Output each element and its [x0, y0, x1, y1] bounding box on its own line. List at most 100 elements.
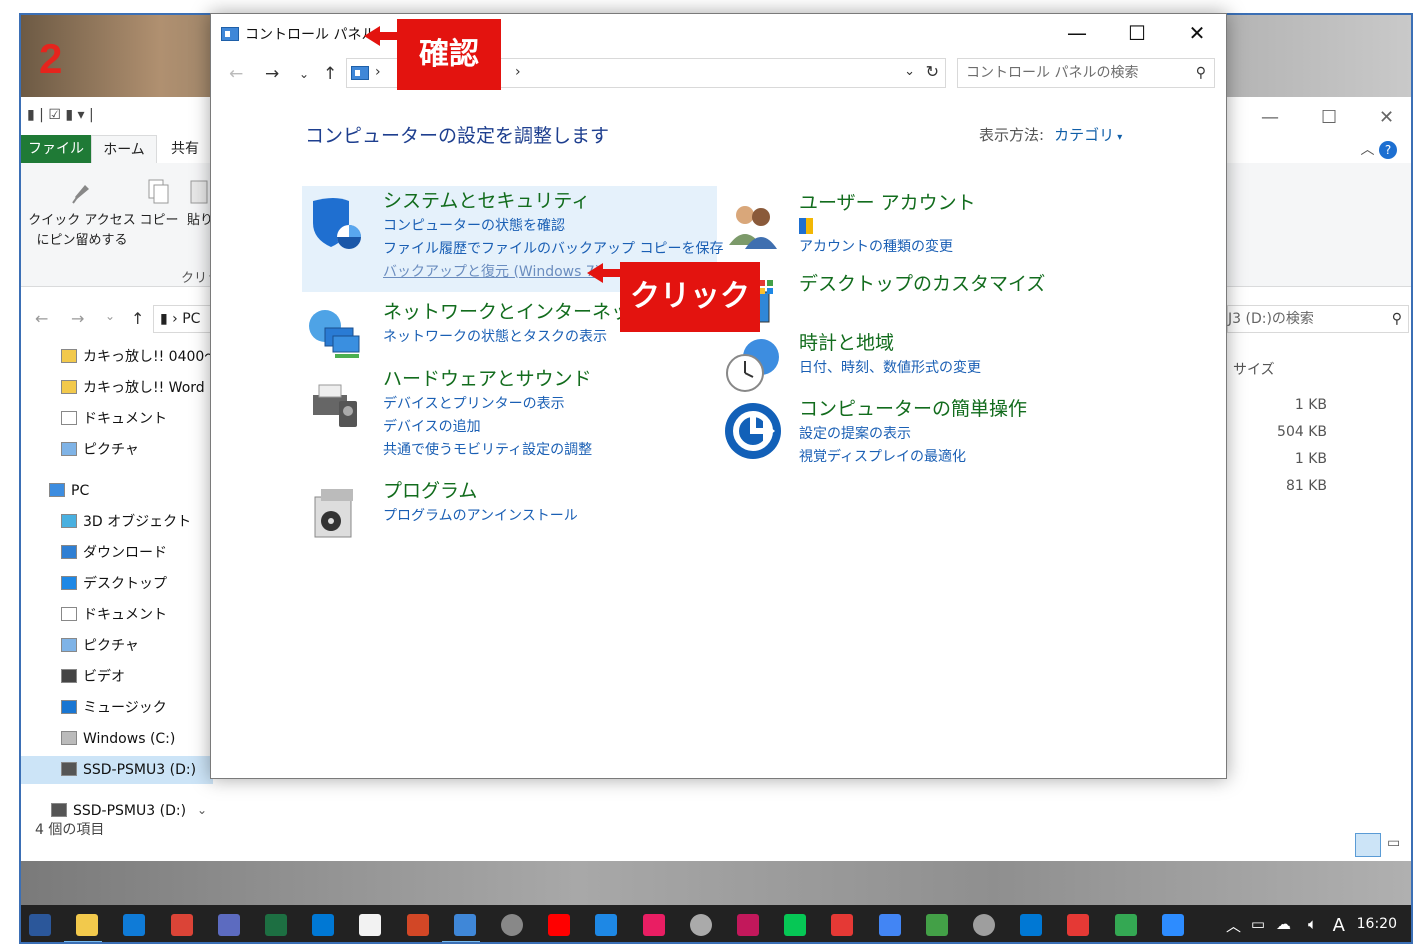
inbox-icon[interactable]	[973, 914, 995, 936]
control-panel-icon[interactable]	[453, 914, 476, 936]
category-title[interactable]: システムとセキュリティ	[383, 187, 723, 215]
chrome-icon[interactable]	[170, 914, 193, 936]
tab-share[interactable]: 共有	[171, 135, 199, 163]
back-icon[interactable]: ←	[229, 64, 243, 84]
onedrive-icon[interactable]: ☁	[1276, 915, 1291, 933]
ime-indicator[interactable]: A	[1333, 915, 1345, 936]
tree-item[interactable]: ビデオ	[21, 663, 213, 691]
breadcrumb-chevron-icon[interactable]: ›	[375, 64, 381, 80]
up-icon[interactable]: ↑	[131, 309, 144, 328]
google-icon[interactable]	[878, 914, 901, 936]
excel-icon[interactable]	[265, 914, 287, 936]
category-title[interactable]: ユーザー アカウント	[799, 189, 976, 217]
snipping-icon[interactable]	[737, 914, 759, 936]
clock[interactable]: 16:20	[1357, 916, 1397, 932]
tree-item[interactable]: カキっ放し!! Word フ	[21, 374, 223, 402]
youtube-icon[interactable]	[548, 914, 571, 936]
copy-button[interactable]: コピー	[139, 177, 179, 231]
outlook-icon[interactable]	[312, 914, 335, 936]
file-explorer-icon[interactable]	[76, 914, 99, 936]
tree-item[interactable]: ダウンロード	[21, 539, 213, 567]
printer-icon[interactable]	[305, 371, 365, 431]
tree-item[interactable]: 3D オブジェクト	[21, 508, 213, 536]
recent-locations-icon[interactable]: ⌄	[299, 67, 309, 81]
up-icon[interactable]: ↑	[323, 64, 337, 84]
scroll-down-icon[interactable]: ⌄	[193, 803, 211, 821]
people-icon[interactable]	[217, 914, 240, 936]
refresh-icon[interactable]: ↻	[926, 62, 939, 81]
ease-access-icon[interactable]	[723, 401, 783, 461]
minimize-button[interactable]: —	[1047, 14, 1107, 52]
tree-item[interactable]: ドキュメント	[21, 405, 213, 433]
programs-icon[interactable]	[305, 483, 365, 543]
tree-item[interactable]: SSD-PSMU3 (D:)	[21, 756, 213, 784]
battery-icon[interactable]: ▭	[1251, 915, 1265, 933]
forward-icon[interactable]: →	[265, 64, 279, 84]
address-dropdown-icon[interactable]: ⌄	[904, 64, 915, 79]
tray-expand-icon[interactable]: ︿	[1226, 915, 1241, 936]
category-link[interactable]: 共通で使うモビリティ設定の調整	[383, 439, 592, 462]
photos-icon[interactable]	[595, 914, 618, 936]
category-link[interactable]: ネットワークの状態とタスクの表示	[383, 326, 649, 349]
close-button[interactable]: ✕	[1167, 14, 1227, 52]
play-store-icon[interactable]	[1114, 914, 1137, 936]
maximize-button[interactable]: ☐	[1107, 14, 1167, 52]
tab-home[interactable]: ホーム	[91, 135, 157, 163]
pdf-png-icon[interactable]	[1067, 914, 1090, 936]
tab-file[interactable]: ファイル	[21, 135, 91, 163]
line-icon[interactable]	[784, 914, 807, 936]
category-link[interactable]: デバイスとプリンターの表示	[383, 393, 592, 416]
quick-access-toolbar[interactable]: ▮ | ☑ ▮ ▾ |	[27, 107, 94, 123]
explorer-address-bar[interactable]: ▮ › PC	[153, 305, 213, 333]
onedrive-app-icon[interactable]	[1020, 914, 1043, 936]
tree-item[interactable]: カキっ放し!! 0400～0	[21, 343, 227, 371]
forward-icon[interactable]: →	[71, 309, 84, 328]
amazon-icon[interactable]	[359, 914, 382, 936]
powerpoint-icon[interactable]	[406, 914, 429, 936]
category-link[interactable]: 視覚ディスプレイの最適化	[799, 446, 1027, 469]
category-link[interactable]: 設定の提案の表示	[799, 423, 1027, 446]
word-icon[interactable]	[29, 914, 51, 936]
back-icon[interactable]: ←	[35, 309, 48, 328]
paint3d-icon[interactable]	[689, 914, 712, 936]
search-icon: ⚲	[1195, 65, 1206, 81]
category-title[interactable]: プログラム	[383, 477, 578, 505]
category-title[interactable]: ネットワークとインターネット	[383, 298, 649, 326]
tree-item[interactable]: ミュージック	[21, 694, 213, 722]
details-view-icon[interactable]	[1355, 833, 1381, 857]
search-input[interactable]: コントロール パネルの検索 ⚲	[957, 58, 1215, 88]
zoom-icon[interactable]	[1161, 914, 1184, 936]
volume-icon[interactable]: 🔈︎	[1308, 915, 1317, 933]
large-icons-view-icon[interactable]: ▭	[1387, 835, 1409, 855]
tree-item[interactable]: デスクトップ	[21, 570, 213, 598]
network-icon[interactable]	[305, 304, 365, 364]
view-by-dropdown[interactable]: カテゴリ	[1054, 126, 1114, 144]
game-icon[interactable]	[831, 914, 854, 936]
category-link[interactable]: 日付、時刻、数値形式の変更	[799, 357, 981, 380]
tree-item[interactable]: PC	[21, 477, 213, 505]
tree-item[interactable]: ピクチャ	[21, 436, 213, 464]
scanner-icon[interactable]	[501, 914, 523, 936]
category-link[interactable]: ファイル履歴でファイルのバックアップ コピーを保存	[383, 238, 723, 261]
size-column-header[interactable]: サイズ	[1233, 359, 1275, 379]
paint-icon[interactable]	[642, 914, 665, 936]
solitaire-icon[interactable]	[925, 914, 948, 936]
shield-icon[interactable]	[305, 193, 365, 253]
category-link[interactable]: プログラムのアンインストール	[383, 505, 578, 528]
category-link[interactable]: デバイスの追加	[383, 416, 592, 439]
category-link[interactable]: アカウントの種類の変更	[799, 236, 976, 259]
category-title[interactable]: 時計と地域	[799, 329, 981, 357]
clock-icon[interactable]	[723, 335, 783, 395]
recent-icon[interactable]: ⌄	[105, 309, 115, 323]
pin-quick-access-button[interactable]: クイック アクセス にピン留めする	[27, 177, 137, 251]
tree-item[interactable]: ドキュメント	[21, 601, 213, 629]
category-title[interactable]: コンピューターの簡単操作	[799, 395, 1027, 423]
category-link[interactable]: コンピューターの状態を確認	[383, 215, 723, 238]
users-icon[interactable]	[723, 195, 783, 255]
category-title[interactable]: ハードウェアとサウンド	[383, 365, 592, 393]
tree-item[interactable]: ピクチャ	[21, 632, 213, 660]
category-title[interactable]: デスクトップのカスタマイズ	[799, 270, 1045, 298]
edge-icon[interactable]	[123, 914, 146, 936]
breadcrumb-chevron2-icon[interactable]: ›	[515, 64, 521, 80]
tree-item[interactable]: Windows (C:)	[21, 725, 213, 753]
